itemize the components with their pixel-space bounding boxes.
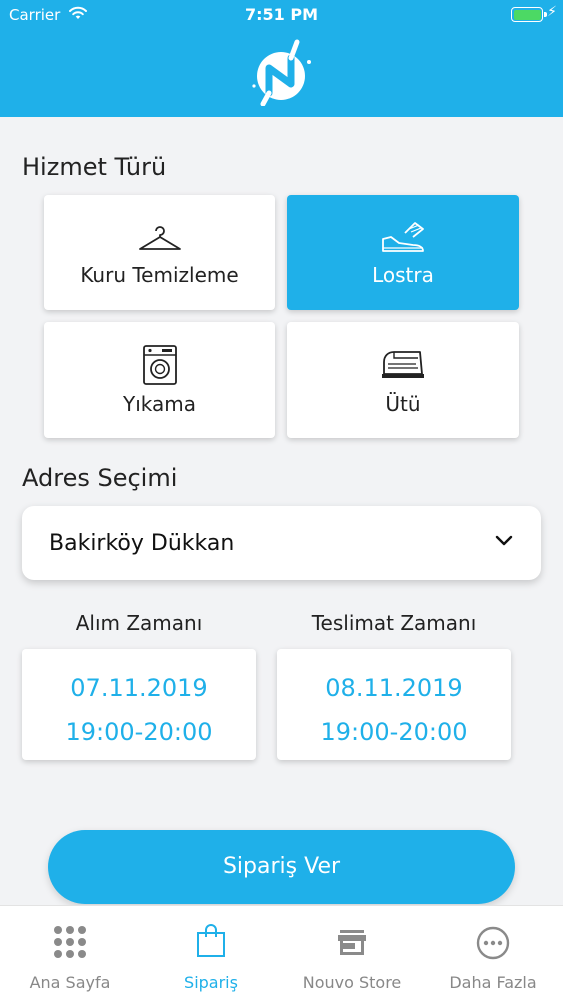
- tab-label: Sipariş: [184, 973, 238, 992]
- delivery-time: 19:00-20:00: [320, 718, 468, 746]
- pickup-title: Alım Zamanı: [75, 611, 203, 635]
- service-label: Yıkama: [123, 392, 196, 416]
- washing-machine-icon: [44, 344, 275, 386]
- service-label: Kuru Temizleme: [80, 263, 239, 287]
- tab-more[interactable]: Daha Fazla: [423, 906, 563, 1000]
- delivery-date: 08.11.2019: [325, 674, 463, 702]
- tab-label: Nouvo Store: [302, 973, 402, 992]
- store-icon: [282, 930, 422, 956]
- delivery-title: Teslimat Zamanı: [311, 611, 477, 635]
- address-title: Adres Seçimi: [22, 464, 178, 492]
- shopping-bag-icon: [141, 924, 281, 958]
- delivery-time-card[interactable]: 08.11.2019 19:00-20:00: [277, 649, 511, 760]
- more-icon: [423, 926, 563, 960]
- app-header: Carrier 7:51 PM ⚡: [0, 0, 563, 117]
- battery-icon: [511, 7, 547, 22]
- brand-logo: [252, 39, 311, 106]
- service-label: Lostra: [372, 263, 434, 287]
- address-value: Bakirköy Dükkan: [49, 531, 235, 556]
- tab-store[interactable]: Nouvo Store: [282, 906, 422, 1000]
- service-type-title: Hizmet Türü: [22, 153, 167, 181]
- tab-label: Ana Sayfa: [29, 973, 111, 992]
- service-label: Ütü: [385, 392, 421, 416]
- service-washing[interactable]: Yıkama: [44, 322, 275, 438]
- service-ironing[interactable]: Ütü: [287, 322, 519, 438]
- charging-icon: ⚡: [547, 4, 557, 20]
- status-bar: Carrier 7:51 PM ⚡: [0, 0, 563, 30]
- tab-home[interactable]: Ana Sayfa: [0, 906, 140, 1000]
- chevron-down-icon: [495, 532, 513, 551]
- shoe-shine-icon: [287, 219, 519, 255]
- pickup-time-card[interactable]: 07.11.2019 19:00-20:00: [22, 649, 256, 760]
- service-shoe-shine[interactable]: Lostra: [287, 195, 519, 310]
- iron-icon: [287, 348, 519, 380]
- place-order-button[interactable]: Sipariş Ver: [48, 830, 515, 904]
- tab-label: Daha Fazla: [449, 973, 537, 992]
- service-dry-cleaning[interactable]: Kuru Temizleme: [44, 195, 275, 310]
- hanger-icon: [44, 223, 275, 253]
- grid-icon: [0, 924, 140, 960]
- pickup-date: 07.11.2019: [70, 674, 208, 702]
- tab-orders[interactable]: Sipariş: [141, 906, 281, 1000]
- pickup-time: 19:00-20:00: [65, 718, 213, 746]
- tab-bar: Ana Sayfa Sipariş Nouvo Store Daha Fazla: [0, 905, 563, 1000]
- status-time: 7:51 PM: [244, 5, 318, 24]
- address-dropdown[interactable]: Bakirköy Dükkan: [22, 506, 541, 580]
